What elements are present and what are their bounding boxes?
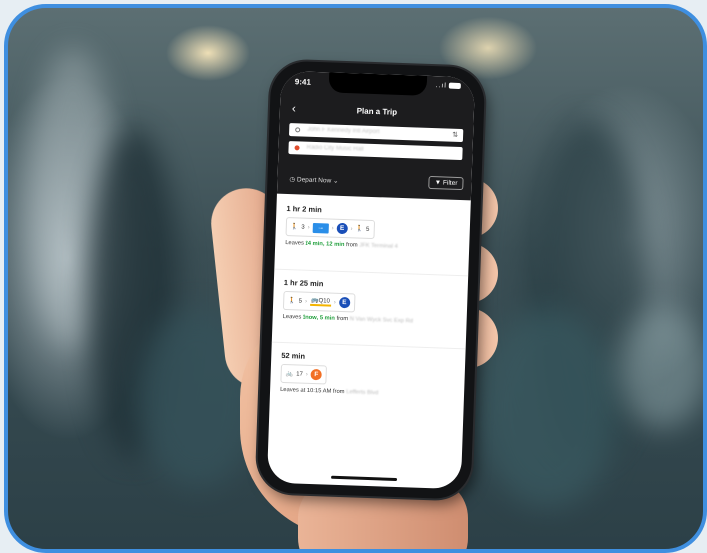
- station-name: Lefferts Blvd: [346, 389, 379, 397]
- trip-steps: 🚲 17 › F: [280, 363, 328, 385]
- photo-frame: 9:41 ..ıl ‹ Plan a Trip John F Kennedy I…: [4, 4, 707, 553]
- walk-minutes: 3: [301, 224, 305, 231]
- airtrain-icon: →: [312, 222, 329, 233]
- trip-duration: 1 hr 25 min: [283, 277, 324, 289]
- status-icons: ..ıl: [435, 82, 461, 90]
- step-separator: ›: [331, 225, 334, 232]
- leaves-label: Leaves: [285, 239, 305, 247]
- step-separator: ›: [333, 299, 336, 306]
- swap-icon[interactable]: ⇅: [452, 131, 458, 139]
- filter-icon: ▼: [434, 179, 442, 187]
- subway-line-badge: F: [310, 368, 323, 381]
- status-time: 9:41: [294, 77, 312, 87]
- clock-icon: ◷: [289, 176, 296, 184]
- from-label: from: [345, 242, 358, 249]
- bike-icon: 🚲: [285, 371, 294, 378]
- filter-label: Filter: [442, 179, 458, 187]
- walk-icon: 🚶: [355, 226, 364, 233]
- station-name: JFK Terminal 4: [359, 242, 398, 250]
- subway-line-badge: E: [336, 222, 348, 235]
- step-separator: ›: [305, 371, 308, 378]
- walk-icon: 🚶: [288, 298, 296, 305]
- walk-minutes: 5: [298, 297, 303, 305]
- origin-circle-icon: [295, 127, 301, 133]
- battery-icon: [448, 82, 461, 90]
- walk-icon: 🚶: [290, 224, 299, 231]
- destination-placeholder: Radio City Music Hall: [306, 144, 364, 153]
- divider: [274, 268, 469, 277]
- walk-minutes: 5: [365, 226, 370, 233]
- depart-label: Depart Now: [296, 176, 332, 185]
- step-separator: ›: [307, 224, 310, 231]
- step-separator: ›: [304, 298, 308, 305]
- leaves-label: Leaves at 10:15 AM: [280, 386, 332, 395]
- phone: 9:41 ..ıl ‹ Plan a Trip John F Kennedy I…: [256, 60, 486, 500]
- origin-input[interactable]: John F Kennedy Intl Airport ⇅: [288, 123, 464, 143]
- phone-notch: [328, 72, 428, 96]
- page-title: Plan a Trip: [356, 106, 398, 117]
- bus-route-label: Q10: [318, 298, 330, 305]
- realtime-times: 4 min, 12 min: [307, 240, 345, 249]
- departure-info: Leaves at 10:15 AM from Lefferts Blvd: [280, 387, 456, 399]
- from-label: from: [332, 388, 345, 396]
- station-name: N Van Wyck Svc Exp Rd: [349, 316, 414, 325]
- departure-info: Leaves ⟟now, 5 min from N Van Wyck Svc E…: [283, 314, 459, 327]
- background-window: [618, 308, 703, 428]
- trip-steps: 🚶 3 › → › E › 🚶 5: [285, 217, 375, 240]
- trip-steps: 🚶 5 › 🚌Q10 › E: [282, 290, 356, 313]
- signal-icon: ..ıl: [435, 82, 447, 90]
- depart-now-dropdown[interactable]: ◷ Depart Now ⌄: [289, 175, 338, 185]
- bus-route: 🚌Q10: [309, 296, 332, 307]
- phone-screen: 9:41 ..ıl ‹ Plan a Trip John F Kennedy I…: [266, 70, 476, 490]
- destination-dot-icon: [294, 145, 300, 151]
- trip-option[interactable]: 1 hr 25 min 🚶 5 › 🚌Q10 › E Leaves ⟟now, 5…: [283, 278, 460, 327]
- home-indicator[interactable]: [331, 475, 398, 482]
- chevron-down-icon: ⌄: [332, 177, 339, 185]
- divider: [271, 341, 466, 350]
- origin-placeholder: John F Kennedy Intl Airport: [307, 126, 380, 136]
- destination-input[interactable]: Radio City Music Hall: [288, 141, 463, 161]
- realtime-times: now, 5 min: [305, 314, 335, 322]
- trip-duration: 52 min: [281, 350, 306, 361]
- header-panel: 9:41 ..ıl ‹ Plan a Trip John F Kennedy I…: [276, 70, 476, 201]
- step-separator: ›: [350, 225, 353, 232]
- trip-duration: 1 hr 2 min: [286, 204, 323, 215]
- departure-info: Leaves ⟟4 min, 12 min from JFK Terminal …: [285, 240, 461, 253]
- subway-line-badge: E: [338, 296, 351, 309]
- from-label: from: [336, 315, 349, 323]
- bike-minutes: 17: [296, 370, 303, 378]
- trip-option[interactable]: 52 min 🚲 17 › F Leaves at 10:15 AM from L…: [280, 351, 457, 399]
- background-seat: [478, 308, 618, 508]
- filter-button[interactable]: ▼ Filter: [428, 175, 464, 191]
- leaves-label: Leaves: [282, 313, 302, 321]
- trip-option[interactable]: 1 hr 2 min 🚶 3 › → › E › 🚶 5 Leaves ⟟4 min…: [285, 204, 462, 253]
